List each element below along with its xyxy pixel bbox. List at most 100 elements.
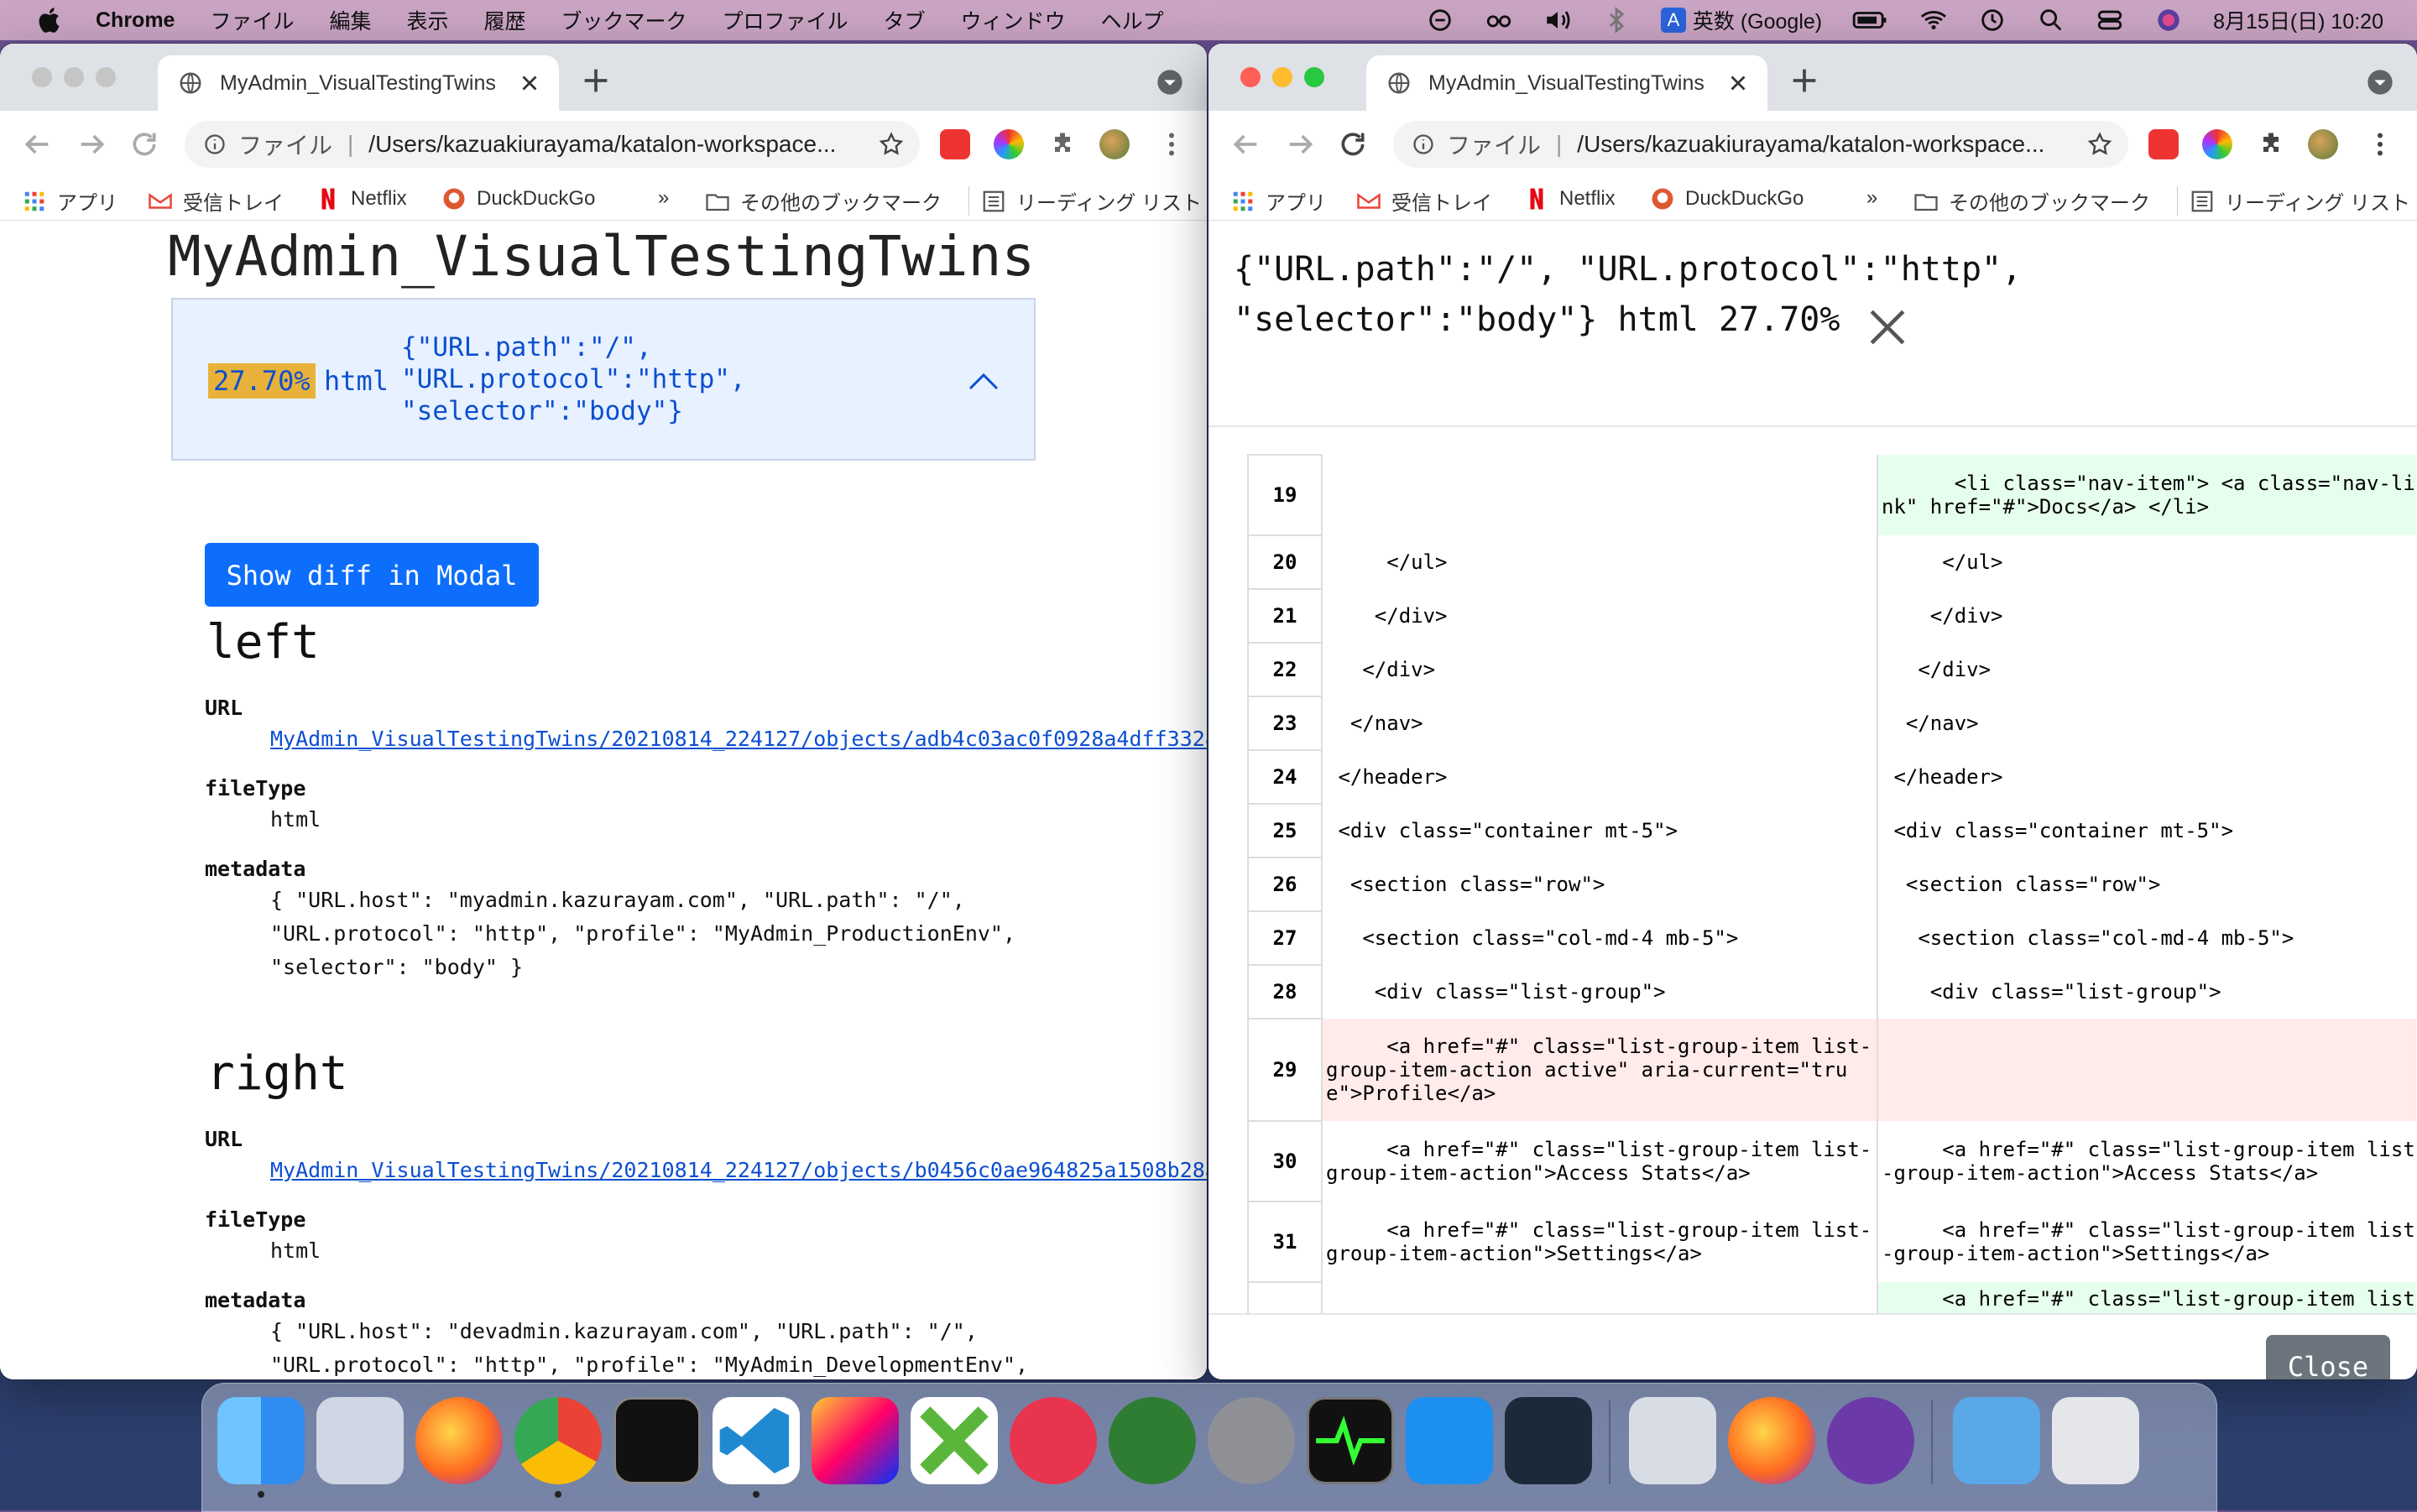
menu-history[interactable]: 履歴 bbox=[484, 5, 526, 35]
zoom-window-button[interactable] bbox=[1304, 67, 1324, 87]
firefox-dev-icon[interactable] bbox=[1728, 1397, 1815, 1484]
bookmark-duckduckgo[interactable]: DuckDuckGo bbox=[441, 186, 595, 211]
menu-file[interactable]: ファイル bbox=[210, 5, 294, 35]
wifi-icon[interactable] bbox=[1919, 6, 1948, 34]
zoom-window-button[interactable] bbox=[96, 67, 116, 87]
kindle-icon[interactable] bbox=[1505, 1397, 1592, 1484]
show-diff-modal-button[interactable]: Show diff in Modal bbox=[205, 543, 539, 607]
close-modal-icon[interactable] bbox=[1866, 306, 1908, 348]
menu-bookmarks[interactable]: ブックマーク bbox=[561, 5, 687, 35]
reload-icon[interactable] bbox=[1336, 128, 1370, 161]
new-tab-icon[interactable] bbox=[579, 64, 613, 97]
battery-icon[interactable] bbox=[1852, 6, 1889, 34]
browser-tab[interactable]: MyAdmin_VisualTestingTwins bbox=[158, 55, 559, 111]
reading-list[interactable]: リーディング リスト bbox=[2177, 186, 2410, 216]
close-button[interactable]: Close bbox=[2266, 1335, 2390, 1379]
profile-avatar[interactable] bbox=[2308, 129, 2338, 159]
bookmark-star-icon[interactable] bbox=[2086, 131, 2113, 158]
more-menu-icon[interactable] bbox=[2365, 129, 2395, 159]
system-preferences-icon[interactable] bbox=[1208, 1397, 1295, 1484]
glasses-icon[interactable] bbox=[1485, 6, 1513, 34]
new-tab-icon[interactable] bbox=[1788, 64, 1821, 97]
launchpad-icon[interactable] bbox=[316, 1397, 404, 1484]
minimize-window-button[interactable] bbox=[1272, 67, 1292, 87]
firefox-icon[interactable] bbox=[415, 1397, 503, 1484]
menu-tab[interactable]: タブ bbox=[884, 5, 926, 35]
paste-icon[interactable] bbox=[1010, 1397, 1097, 1484]
emacs-icon[interactable] bbox=[1827, 1397, 1914, 1484]
intellij-icon[interactable] bbox=[812, 1397, 899, 1484]
vscode-icon[interactable] bbox=[713, 1397, 800, 1484]
profile-avatar[interactable] bbox=[1099, 129, 1130, 159]
extension-c-icon[interactable] bbox=[940, 129, 970, 159]
bookmark-other[interactable]: その他のブックマーク bbox=[705, 186, 942, 216]
activity-monitor-icon[interactable] bbox=[1307, 1397, 1394, 1484]
close-tab-icon[interactable] bbox=[1725, 70, 1751, 96]
bookmark-netflix[interactable]: Netflix bbox=[1524, 186, 1616, 211]
back-icon[interactable] bbox=[1229, 128, 1262, 161]
close-window-button[interactable] bbox=[1240, 67, 1261, 87]
extension-c-icon[interactable] bbox=[2148, 129, 2179, 159]
site-info-icon[interactable] bbox=[1412, 133, 1435, 156]
preview-icon[interactable] bbox=[1629, 1397, 1716, 1484]
spotlight-search-icon[interactable] bbox=[2037, 6, 2065, 34]
extensions-puzzle-icon[interactable] bbox=[2256, 129, 2286, 159]
site-info-icon[interactable] bbox=[203, 133, 227, 156]
downloads-folder-icon[interactable] bbox=[1953, 1397, 2040, 1484]
back-icon[interactable] bbox=[20, 128, 54, 161]
menu-window[interactable]: ウィンドウ bbox=[961, 5, 1066, 35]
close-tab-icon[interactable] bbox=[517, 70, 542, 96]
close-window-button[interactable] bbox=[32, 67, 52, 87]
color-picker-extension-icon[interactable] bbox=[994, 129, 1024, 159]
bluetooth-icon[interactable] bbox=[1602, 6, 1631, 34]
bookmark-star-icon[interactable] bbox=[878, 131, 905, 158]
bookmark-apps[interactable]: アプリ bbox=[22, 186, 117, 216]
bookmark-gmail[interactable]: 受信トレイ bbox=[1356, 186, 1492, 216]
android-studio-icon[interactable] bbox=[1109, 1397, 1196, 1484]
control-center-icon[interactable] bbox=[2096, 6, 2124, 34]
menu-edit[interactable]: 編集 bbox=[329, 5, 371, 35]
menu-help[interactable]: ヘルプ bbox=[1101, 5, 1164, 35]
input-source[interactable]: A 英数 (Google) bbox=[1660, 5, 1822, 35]
bookmark-duckduckgo[interactable]: DuckDuckGo bbox=[1650, 186, 1804, 211]
time-machine-icon[interactable] bbox=[1978, 6, 2007, 34]
bookmarks-overflow-button[interactable]: » bbox=[658, 186, 669, 210]
terminal-icon[interactable] bbox=[613, 1397, 701, 1484]
color-picker-extension-icon[interactable] bbox=[2202, 129, 2232, 159]
tab-search-icon[interactable] bbox=[2367, 69, 2394, 96]
right-url-link[interactable]: MyAdmin_VisualTestingTwins/20210814_2241… bbox=[270, 1158, 1207, 1182]
xmind-icon[interactable] bbox=[911, 1397, 998, 1484]
chevron-up-icon[interactable] bbox=[967, 368, 1000, 394]
trash-icon[interactable] bbox=[2052, 1397, 2139, 1484]
menu-app-name[interactable]: Chrome bbox=[96, 8, 175, 33]
finder-icon[interactable] bbox=[217, 1397, 305, 1484]
diff-accordion-header[interactable]: 27.70% html {"URL.path":"/", "URL.protoc… bbox=[171, 298, 1036, 461]
bookmark-gmail[interactable]: 受信トレイ bbox=[148, 186, 284, 216]
extensions-puzzle-icon[interactable] bbox=[1047, 129, 1078, 159]
menu-view[interactable]: 表示 bbox=[407, 5, 449, 35]
app-store-icon[interactable] bbox=[1406, 1397, 1493, 1484]
reload-icon[interactable] bbox=[128, 128, 161, 161]
address-bar[interactable]: ファイル | /Users/kazuakiurayama/katalon-wor… bbox=[185, 121, 920, 168]
bookmark-netflix[interactable]: Netflix bbox=[316, 186, 407, 211]
hand-tool-icon[interactable] bbox=[1426, 6, 1454, 34]
forward-icon[interactable] bbox=[76, 128, 109, 161]
address-bar[interactable]: ファイル | /Users/kazuakiurayama/katalon-wor… bbox=[1393, 121, 2128, 168]
chrome-icon[interactable] bbox=[514, 1397, 602, 1484]
clock[interactable]: 8月15日(日) 10:20 bbox=[2213, 5, 2383, 35]
bookmark-apps[interactable]: アプリ bbox=[1230, 186, 1326, 216]
browser-tab[interactable]: MyAdmin_VisualTestingTwins bbox=[1366, 55, 1767, 111]
siri-icon[interactable] bbox=[2154, 6, 2183, 34]
left-url-link[interactable]: MyAdmin_VisualTestingTwins/20210814_2241… bbox=[270, 727, 1207, 751]
bookmark-other[interactable]: その他のブックマーク bbox=[1913, 186, 2150, 216]
diff-table-scroll[interactable]: 19 <li class="nav-item"> <a class="nav-l… bbox=[1247, 454, 2417, 1313]
minimize-window-button[interactable] bbox=[64, 67, 84, 87]
apple-menu-icon[interactable] bbox=[35, 5, 65, 35]
forward-icon[interactable] bbox=[1284, 128, 1318, 161]
more-menu-icon[interactable] bbox=[1156, 129, 1187, 159]
menu-profile[interactable]: プロファイル bbox=[723, 5, 848, 35]
reading-list[interactable]: リーディング リスト bbox=[968, 186, 1202, 216]
bookmarks-overflow-button[interactable]: » bbox=[1866, 186, 1877, 210]
tab-search-icon[interactable] bbox=[1156, 69, 1183, 96]
volume-icon[interactable] bbox=[1543, 6, 1572, 34]
